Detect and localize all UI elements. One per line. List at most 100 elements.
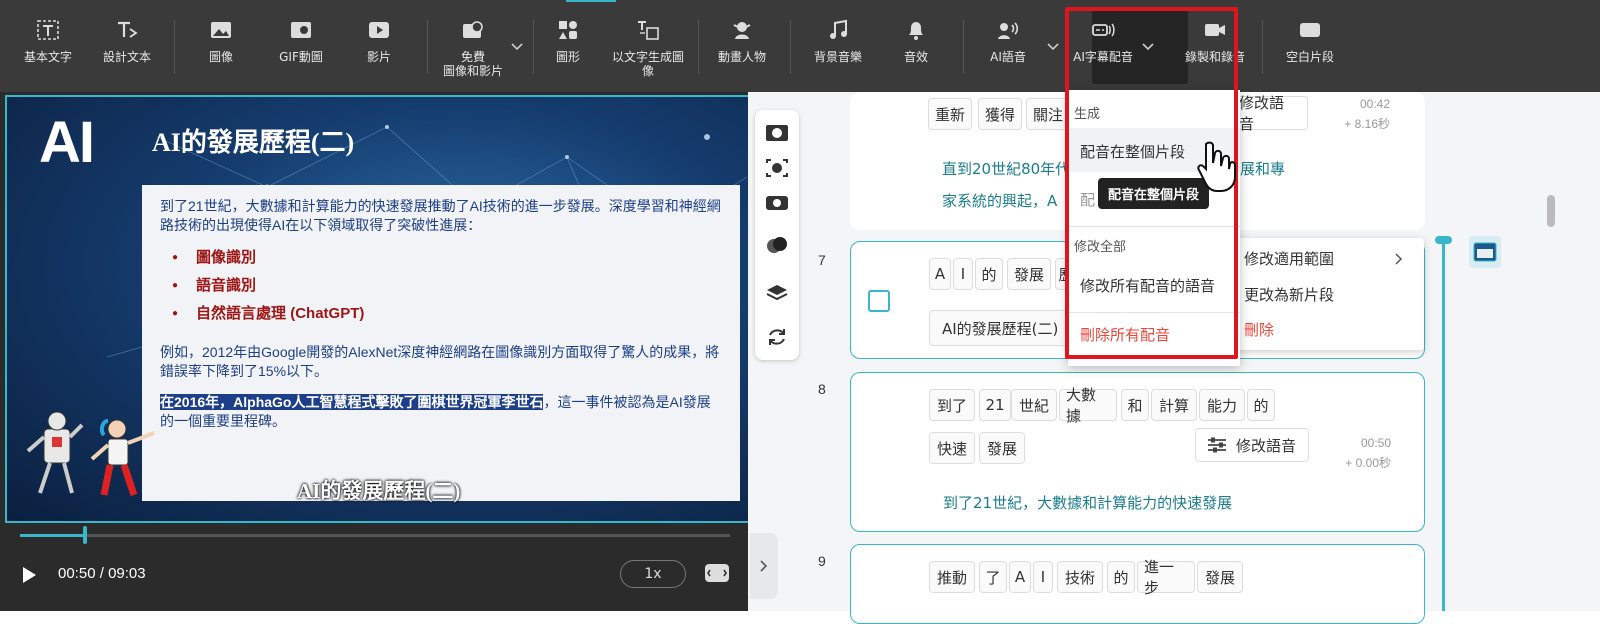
word-chip[interactable]: 計算 bbox=[1151, 389, 1197, 421]
robot-and-character-illustration bbox=[26, 411, 155, 497]
toolbar-divider bbox=[790, 20, 791, 74]
video-caption: AI的發展歷程(二) bbox=[297, 479, 461, 503]
face-crop-icon[interactable] bbox=[765, 157, 789, 179]
playback-progress-track[interactable] bbox=[20, 534, 730, 537]
face-frame-icon[interactable] bbox=[765, 122, 789, 144]
word-chip[interactable]: 發展 bbox=[1197, 561, 1243, 593]
toolbar-label: 基本文字 bbox=[23, 50, 72, 64]
segment-checkbox[interactable] bbox=[868, 290, 890, 312]
image-icon bbox=[208, 18, 234, 42]
segment-context-menu: 修改適用範圍 更改為新片段 刪除 bbox=[1226, 238, 1424, 350]
toolbar-label: 背景音樂 bbox=[813, 50, 862, 64]
word-chip[interactable]: 世紀 bbox=[1011, 389, 1057, 421]
slide-bullet: 語音識別 bbox=[172, 273, 722, 301]
chevron-down-icon[interactable] bbox=[1047, 42, 1059, 52]
toolbar-basic-text-button[interactable]: 基本文字 bbox=[18, 18, 78, 82]
toolbar-label: 影片 bbox=[366, 50, 391, 64]
context-item-new-segment[interactable]: 更改為新片段 bbox=[1244, 284, 1334, 305]
playback-speed-button[interactable]: 1x bbox=[620, 560, 686, 588]
toolbar-label: 圖形 bbox=[555, 50, 580, 64]
word-chip[interactable]: 發展 bbox=[979, 432, 1025, 464]
video-icon bbox=[366, 18, 392, 42]
toolbar-label: 免費 bbox=[460, 50, 485, 64]
toolbar-label: 空白片段 bbox=[1285, 50, 1334, 64]
word-chip[interactable]: 進一步 bbox=[1137, 558, 1195, 597]
word-chip[interactable]: 能力 bbox=[1199, 389, 1245, 421]
toolbar-shapes-button[interactable]: 圖形 bbox=[546, 18, 590, 82]
layers-icon[interactable] bbox=[765, 282, 789, 304]
chevron-down-icon[interactable] bbox=[511, 42, 523, 52]
toolbar-free-media-button[interactable]: 免費 圖像和影片 bbox=[440, 18, 506, 82]
chevron-right-icon bbox=[760, 560, 768, 572]
toolbar-character-button[interactable]: 動畫人物 bbox=[712, 18, 772, 82]
word-chip[interactable]: 和 bbox=[1121, 389, 1149, 421]
text-icon bbox=[35, 18, 61, 42]
segment-number: 8 bbox=[818, 381, 826, 397]
segment-card[interactable]: 到了 21 世紀 大數據 和 計算 能力 的 快速 發展 修改語音 00:50 +… bbox=[850, 372, 1425, 532]
toolbar-ai-voice-button[interactable]: AI語音 bbox=[986, 18, 1030, 82]
panel-scrollbar[interactable] bbox=[1547, 195, 1555, 227]
context-item-modify-scope[interactable]: 修改適用範圍 bbox=[1244, 248, 1334, 269]
refresh-icon[interactable] bbox=[765, 326, 789, 348]
word-chip[interactable]: 關注 bbox=[1026, 98, 1070, 130]
toolbar-divider bbox=[698, 20, 699, 74]
toolbar-accent-line bbox=[566, 0, 616, 2]
word-chip[interactable]: 獲得 bbox=[978, 98, 1022, 130]
toolbar-divider bbox=[427, 20, 428, 74]
toolbar-music-button[interactable]: 背景音樂 bbox=[808, 18, 868, 82]
playback-scrubber-handle[interactable] bbox=[83, 526, 87, 544]
word-chip[interactable]: A bbox=[929, 258, 951, 290]
word-chip[interactable]: 的 bbox=[1247, 389, 1275, 421]
modify-voice-button[interactable]: 修改語音 bbox=[1228, 94, 1308, 133]
word-chip[interactable]: I bbox=[953, 258, 973, 290]
toolbar-divider bbox=[963, 20, 964, 74]
toolbar-design-text-button[interactable]: 設計文本 bbox=[96, 18, 158, 82]
context-item-delete[interactable]: 刪除 bbox=[1244, 319, 1274, 340]
segment-thumbnail-button[interactable] bbox=[1469, 236, 1501, 268]
word-chip[interactable]: 大數據 bbox=[1059, 386, 1117, 425]
word-chip[interactable]: 技術 bbox=[1057, 561, 1103, 593]
segment-card[interactable]: 推動 了 A I 技術 的 進一步 發展 bbox=[850, 544, 1425, 624]
toolbar-divider bbox=[174, 20, 175, 74]
word-chip[interactable]: 21 bbox=[979, 389, 1011, 421]
toolbar-label: 以文字生成圖 bbox=[611, 50, 684, 64]
word-chip[interactable]: 的 bbox=[1107, 561, 1135, 593]
free-media-icon bbox=[460, 18, 486, 42]
toolbar-label: 圖像 bbox=[208, 50, 233, 64]
word-chip[interactable]: 推動 bbox=[929, 561, 975, 593]
word-chip[interactable]: I bbox=[1033, 561, 1053, 593]
modify-voice-button[interactable]: 修改語音 bbox=[1195, 428, 1309, 462]
toolbar-gif-button[interactable]: GIF動圖 bbox=[274, 18, 328, 82]
slide-bullet-list: 圖像識別 語音識別 自然語言處理 (ChatGPT) bbox=[172, 245, 722, 329]
blend-circles-icon[interactable] bbox=[765, 234, 789, 256]
subtitle-input[interactable]: AI的發展歷程(二) bbox=[929, 310, 1069, 346]
word-chip[interactable]: 發展 bbox=[1007, 258, 1051, 290]
play-icon[interactable] bbox=[20, 566, 38, 584]
collapse-panel-button[interactable] bbox=[750, 533, 778, 599]
video-preview[interactable]: AI AI的發展歷程(二) 到了21世紀，大數據和計算能力的快速發展推動了AI技… bbox=[5, 95, 763, 523]
word-chip[interactable]: 快速 bbox=[929, 432, 975, 464]
word-chip[interactable]: 到了 bbox=[929, 389, 975, 421]
word-chip[interactable]: A bbox=[1009, 561, 1031, 593]
toolbar-sound-effect-button[interactable]: 音效 bbox=[896, 18, 936, 82]
word-chip[interactable]: 重新 bbox=[928, 98, 972, 130]
playback-progress-fill bbox=[20, 534, 85, 537]
word-chip[interactable]: 了 bbox=[979, 561, 1007, 593]
timeline-playhead[interactable] bbox=[1435, 236, 1452, 244]
gif-icon bbox=[288, 18, 314, 42]
toolbar-label: 動畫人物 bbox=[717, 50, 766, 64]
segment-number: 9 bbox=[818, 553, 826, 569]
timeline-track bbox=[1442, 240, 1445, 611]
current-time: 00:50 bbox=[58, 565, 96, 582]
thumbnail-icon bbox=[1473, 242, 1497, 262]
toolbar-text-to-image-button[interactable]: 以文字生成圖 像 bbox=[608, 18, 688, 82]
word-chip[interactable]: 的 bbox=[975, 258, 1003, 290]
fit-screen-icon[interactable] bbox=[704, 563, 730, 583]
slide-bullet: 自然語言處理 (ChatGPT) bbox=[172, 301, 722, 329]
slide-content-card: 到了21世紀，大數據和計算能力的快速發展推動了AI技術的進一步發展。深度學習和神… bbox=[142, 185, 740, 501]
segment-subtitle-text: 直到20世紀80年代 bbox=[942, 160, 1071, 178]
toolbar-blank-clip-button[interactable]: 空白片段 bbox=[1280, 18, 1340, 82]
toolbar-image-button[interactable]: 圖像 bbox=[196, 18, 246, 82]
face-overlay-icon[interactable] bbox=[765, 192, 789, 214]
toolbar-video-button[interactable]: 影片 bbox=[354, 18, 404, 82]
